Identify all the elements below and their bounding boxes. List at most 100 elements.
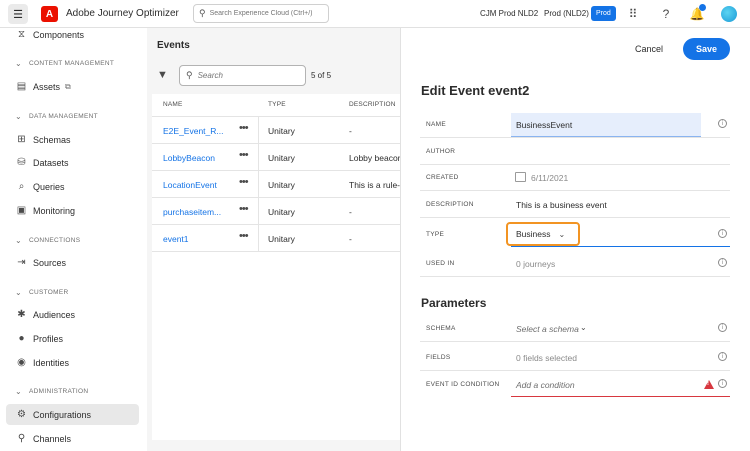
- nav-item-audiences[interactable]: ✱ Audiences: [6, 304, 139, 325]
- chevron-down-icon[interactable]: ⌄: [580, 323, 587, 332]
- org-switcher[interactable]: CJM Prod NLD2: [480, 9, 538, 18]
- field-row-schema: SCHEMA Select a schema i: [420, 315, 730, 342]
- event-name-link[interactable]: event1: [163, 234, 233, 244]
- identities-icon: ◉: [17, 357, 26, 368]
- info-icon[interactable]: i: [718, 352, 727, 361]
- nav-section-content[interactable]: ⌄ CONTENT MANAGEMENT: [15, 59, 114, 68]
- help-icon[interactable]: ?: [659, 7, 673, 21]
- table-row[interactable]: LocationEvent ••• Unitary This is a rule…: [152, 171, 400, 198]
- type-dropdown[interactable]: Business ⌄: [506, 222, 580, 246]
- more-actions-icon[interactable]: •••: [239, 203, 249, 215]
- table-row[interactable]: LobbyBeacon ••• Unitary Lobby beacon: [152, 144, 400, 171]
- chevron-down-icon: ⌄: [15, 112, 23, 121]
- global-search[interactable]: ⚲: [193, 4, 329, 23]
- avatar[interactable]: [721, 6, 737, 22]
- chevron-down-icon: ⌄: [15, 59, 23, 68]
- nav-section-customer[interactable]: ⌄ CUSTOMER: [15, 288, 69, 297]
- adobe-logo[interactable]: A: [41, 6, 58, 22]
- events-search-input[interactable]: [197, 71, 298, 80]
- chevron-down-icon: ⌄: [15, 288, 23, 297]
- nav-label: Schemas: [33, 134, 71, 145]
- event-description: Lobby beacon: [349, 153, 400, 163]
- nav-item-identities[interactable]: ◉ Identities: [6, 352, 139, 373]
- table-row[interactable]: E2E_Event_R... ••• Unitary -: [152, 117, 400, 144]
- event-name-link[interactable]: purchaseitem...: [163, 207, 233, 217]
- edit-event-title: Edit Event event2: [421, 83, 530, 98]
- sandbox-switcher[interactable]: Prod (NLD2): [544, 9, 589, 18]
- column-header-type[interactable]: TYPE: [268, 101, 286, 108]
- nav-item-channels[interactable]: ⚲ Channels: [6, 428, 139, 449]
- schema-select[interactable]: Select a schema: [516, 324, 579, 334]
- nav-item-configurations[interactable]: ⚙ Configurations: [6, 404, 139, 425]
- event-description: -: [349, 126, 352, 136]
- more-actions-icon[interactable]: •••: [239, 122, 249, 134]
- event-id-condition-input[interactable]: Add a condition: [516, 380, 575, 390]
- event-description: -: [349, 207, 352, 217]
- menu-icon[interactable]: ☰: [8, 4, 28, 24]
- filter-icon[interactable]: ▼: [157, 69, 168, 81]
- global-search-input[interactable]: [209, 10, 320, 17]
- nav-section-admin[interactable]: ⌄ ADMINISTRATION: [15, 387, 88, 396]
- events-search[interactable]: ⚲: [179, 65, 306, 86]
- datasets-icon: ⛁: [17, 157, 26, 168]
- nav-label: Datasets: [33, 157, 69, 168]
- search-icon: ⚲: [186, 70, 193, 80]
- event-name-input[interactable]: [511, 113, 701, 137]
- cancel-button[interactable]: Cancel: [625, 39, 673, 59]
- section-label: CONTENT MANAGEMENT: [29, 60, 115, 67]
- field-label: SCHEMA: [426, 325, 456, 332]
- nav-label: Channels: [33, 433, 72, 444]
- nav-item-schemas[interactable]: ⊞ Schemas: [6, 129, 139, 150]
- type-underline: [511, 246, 730, 247]
- column-header-name[interactable]: NAME: [163, 101, 183, 108]
- external-link-icon: ⧉: [65, 81, 71, 91]
- field-label: CREATED: [426, 174, 459, 181]
- queries-icon: ⌕: [18, 181, 25, 192]
- nav-item-profiles[interactable]: ● Profiles: [6, 328, 139, 349]
- more-actions-icon[interactable]: •••: [239, 230, 249, 242]
- fields-value[interactable]: 0 fields selected: [516, 353, 577, 363]
- nav-item-assets[interactable]: ▤ Assets ⧉: [6, 76, 139, 97]
- info-icon[interactable]: i: [718, 229, 727, 238]
- section-label: CONNECTIONS: [29, 237, 81, 244]
- nav-label: Components: [33, 29, 85, 40]
- event-name-link[interactable]: LocationEvent: [163, 180, 233, 190]
- event-name-link[interactable]: E2E_Event_R...: [163, 126, 233, 136]
- nav-item-monitoring[interactable]: ▣ Monitoring: [6, 200, 139, 221]
- nav-item-datasets[interactable]: ⛁ Datasets: [6, 152, 139, 173]
- nav-label: Queries: [33, 181, 65, 192]
- app-title[interactable]: Adobe Journey Optimizer: [66, 8, 179, 19]
- nav-label: Profiles: [33, 333, 64, 344]
- event-name-link[interactable]: LobbyBeacon: [163, 153, 233, 163]
- table-row[interactable]: purchaseitem... ••• Unitary -: [152, 198, 400, 225]
- info-icon[interactable]: i: [718, 379, 727, 388]
- nav-section-connections[interactable]: ⌄ CONNECTIONS: [15, 236, 80, 245]
- field-row-description: DESCRIPTION This is a business event: [420, 191, 730, 218]
- notification-dot: [699, 4, 706, 11]
- condition-error-underline: [511, 396, 730, 397]
- field-label: DESCRIPTION: [426, 201, 474, 208]
- nav-section-data[interactable]: ⌄ DATA MANAGEMENT: [15, 112, 98, 121]
- nav-item-sources[interactable]: ⇥ Sources: [6, 252, 139, 273]
- save-button[interactable]: Save: [683, 38, 730, 60]
- app-switcher-icon[interactable]: ⠿: [626, 7, 640, 21]
- used-in-value: 0 journeys: [516, 259, 556, 269]
- description-value[interactable]: This is a business event: [516, 200, 607, 210]
- profiles-icon: ●: [18, 333, 25, 344]
- info-icon[interactable]: i: [718, 323, 727, 332]
- nav-item-queries[interactable]: ⌕ Queries: [6, 176, 139, 197]
- calendar-icon: [515, 172, 526, 182]
- column-divider: [258, 225, 259, 252]
- info-icon[interactable]: i: [718, 258, 727, 267]
- more-actions-icon[interactable]: •••: [239, 176, 249, 188]
- sandbox-badge: Prod: [591, 6, 616, 21]
- info-icon[interactable]: i: [718, 119, 727, 128]
- events-count: 5 of 5: [311, 71, 332, 80]
- more-actions-icon[interactable]: •••: [239, 149, 249, 161]
- event-type: Unitary: [268, 153, 295, 163]
- column-header-description[interactable]: DESCRIPTION: [349, 101, 396, 108]
- nav-item-components[interactable]: ⧖ Components: [6, 24, 139, 45]
- event-type: Unitary: [268, 207, 295, 217]
- channels-icon: ⚲: [17, 433, 26, 444]
- table-row[interactable]: event1 ••• Unitary -: [152, 225, 400, 252]
